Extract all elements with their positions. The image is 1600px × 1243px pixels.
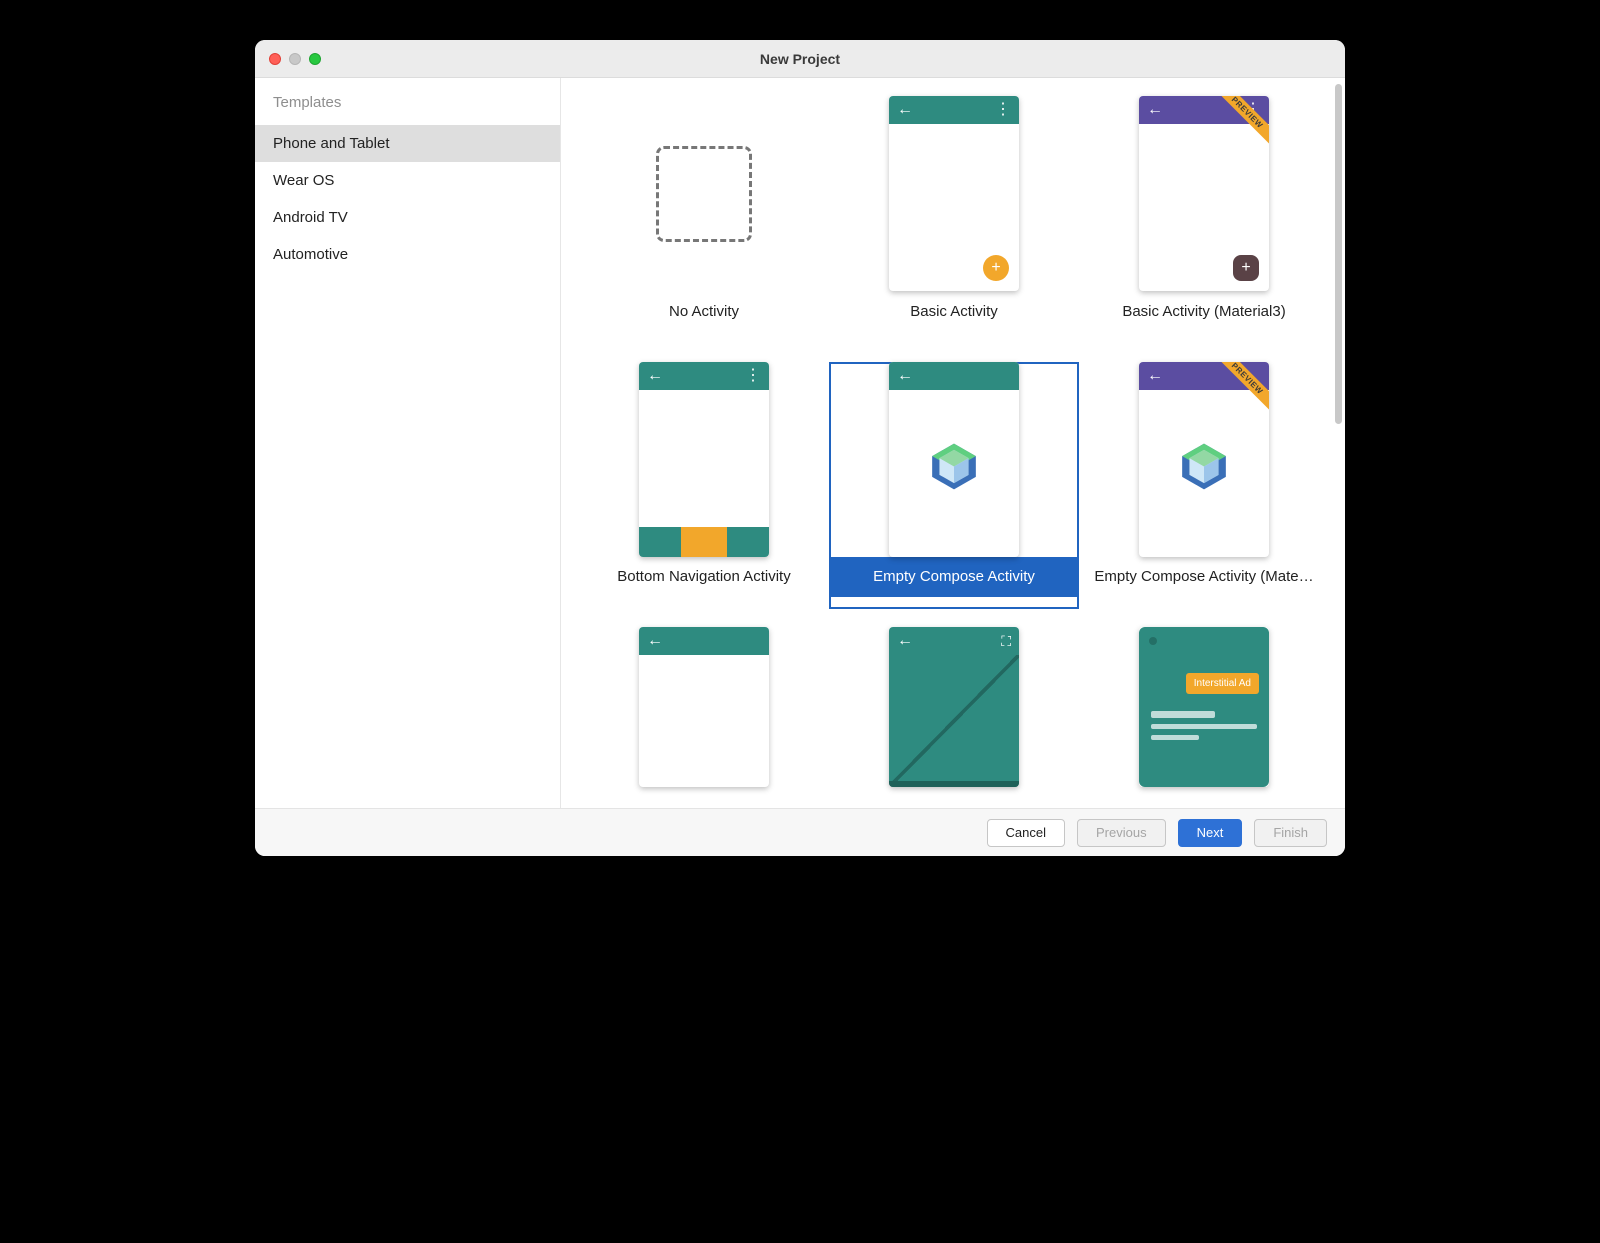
new-project-window: New Project Templates Phone and TabletWe…: [255, 40, 1345, 856]
sidebar-item-android-tv[interactable]: Android TV: [255, 199, 560, 236]
compose-logo-icon: [1178, 440, 1230, 497]
sidebar-item-phone-and-tablet[interactable]: Phone and Tablet: [255, 125, 560, 162]
cancel-button[interactable]: Cancel: [987, 819, 1065, 847]
compose-logo-icon: [928, 440, 980, 497]
previous-button: Previous: [1077, 819, 1166, 847]
overflow-icon: ⋮: [745, 368, 761, 384]
template-no-activity[interactable]: No Activity: [579, 96, 829, 344]
template-empty-compose-activity-mate[interactable]: ← PREVIEWEmpty Compose Activity (Mate…: [1079, 362, 1329, 610]
minimize-icon: [289, 53, 301, 65]
template-label: Basic Activity (Material3): [1079, 291, 1329, 331]
fullscreen-icon: ⛶: [1001, 633, 1011, 650]
template-thumbnail: Interstitial Ad: [1139, 627, 1269, 787]
template-ads[interactable]: Interstitial Ad: [1079, 627, 1329, 800]
back-arrow-icon: ←: [647, 633, 663, 649]
template-thumbnail: ←: [639, 627, 769, 787]
template-label: Bottom Navigation Activity: [579, 557, 829, 597]
back-arrow-icon: ←: [897, 368, 913, 384]
template-thumbnail: ←: [889, 362, 1019, 557]
footer: Cancel Previous Next Finish: [255, 808, 1345, 856]
sidebar: Templates Phone and TabletWear OSAndroid…: [255, 78, 561, 808]
back-arrow-icon: ←: [897, 102, 913, 118]
template-basic-activity[interactable]: ← ⋮ + Basic Activity: [829, 96, 1079, 344]
traffic-lights: [269, 53, 321, 65]
sidebar-item-wear-os[interactable]: Wear OS: [255, 162, 560, 199]
back-arrow-icon: ←: [897, 633, 913, 649]
zoom-icon[interactable]: [309, 53, 321, 65]
sidebar-item-automotive[interactable]: Automotive: [255, 236, 560, 273]
template-thumbnail: [639, 96, 769, 291]
scrollbar-thumb[interactable]: [1335, 84, 1342, 424]
close-icon[interactable]: [269, 53, 281, 65]
sidebar-header: Templates: [255, 94, 560, 125]
overflow-icon: ⋮: [995, 102, 1011, 118]
window-title: New Project: [255, 51, 1345, 67]
finish-button: Finish: [1254, 819, 1327, 847]
template-label: Empty Compose Activity: [829, 557, 1079, 597]
template-thumbnail: ←⛶: [889, 627, 1019, 787]
template-thumbnail: ←⋮: [639, 362, 769, 557]
back-arrow-icon: ←: [1147, 368, 1163, 384]
template-label: No Activity: [579, 291, 829, 331]
template-thumbnail: ← PREVIEW: [1139, 362, 1269, 557]
template-bottom-navigation-activity[interactable]: ←⋮Bottom Navigation Activity: [579, 362, 829, 610]
next-button[interactable]: Next: [1178, 819, 1243, 847]
back-arrow-icon: ←: [1147, 102, 1163, 118]
fab-icon: +: [1233, 255, 1259, 281]
dashed-placeholder-icon: [656, 146, 752, 242]
titlebar: New Project: [255, 40, 1345, 78]
template-basic-activity-material3[interactable]: ←⋮+PREVIEWBasic Activity (Material3): [1079, 96, 1329, 344]
template-label: Basic Activity: [829, 291, 1079, 331]
ad-badge: Interstitial Ad: [1186, 673, 1259, 694]
template-empty-compose-activity[interactable]: ← Empty Compose Activity: [829, 362, 1079, 610]
template-empty-teal[interactable]: ←: [579, 627, 829, 800]
fab-icon: +: [983, 255, 1009, 281]
bottom-nav-icon: [639, 527, 769, 557]
template-label: Empty Compose Activity (Mate…: [1079, 557, 1329, 597]
back-arrow-icon: ←: [647, 368, 663, 384]
template-thumbnail: ← ⋮ +: [889, 96, 1019, 291]
template-fullscreen[interactable]: ←⛶: [829, 627, 1079, 800]
template-gallery: No Activity←⋮+Basic Activity←⋮+PREVIEWBa…: [561, 78, 1345, 808]
template-thumbnail: ←⋮+PREVIEW: [1139, 96, 1269, 291]
